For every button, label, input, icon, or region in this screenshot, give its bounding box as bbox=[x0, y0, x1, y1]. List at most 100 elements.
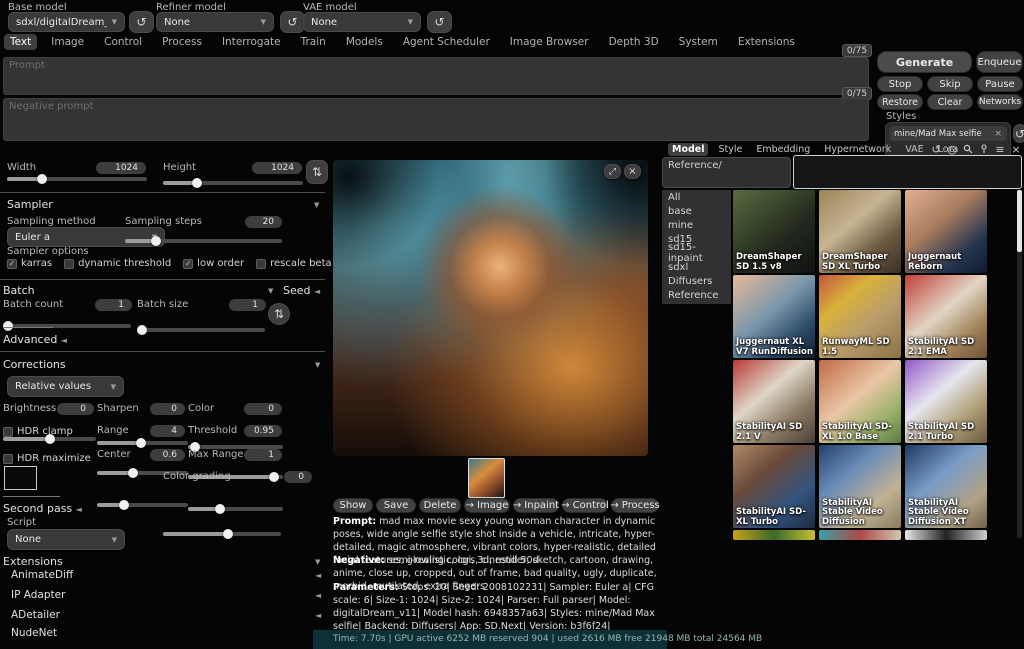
tab-system[interactable]: System bbox=[673, 34, 724, 50]
height-slider[interactable] bbox=[163, 181, 303, 185]
color-grading-slider[interactable] bbox=[163, 532, 281, 536]
model-card[interactable]: StabilityAI SD 2.1 EMA bbox=[905, 275, 987, 358]
center-slider[interactable] bbox=[97, 503, 188, 507]
brightness-slider[interactable] bbox=[3, 437, 96, 441]
checkbox-karras[interactable]: ✓karras bbox=[7, 258, 52, 269]
tab-process[interactable]: Process bbox=[156, 34, 208, 50]
sampling-method-select[interactable]: Euler a ▼ bbox=[7, 227, 165, 247]
tab-control[interactable]: Control bbox=[98, 34, 148, 50]
checkbox-dynamic-threshold[interactable]: ✓dynamic threshold bbox=[64, 258, 171, 269]
folder-reference[interactable]: Reference bbox=[662, 288, 731, 302]
width-slider[interactable] bbox=[7, 177, 147, 181]
sampler-section-title[interactable]: Sampler bbox=[7, 198, 53, 211]
model-card[interactable]: StabilityAI SD 2.1 V bbox=[733, 360, 815, 443]
swap-dimensions-button[interactable]: ⇅ bbox=[306, 160, 328, 184]
send-to-process-button[interactable]: →Process bbox=[611, 498, 659, 513]
model-card[interactable]: StabilityAI Stable Video Diffusion bbox=[819, 445, 901, 528]
networks-tab-model[interactable]: Model bbox=[668, 143, 708, 156]
tab-agent-scheduler[interactable]: Agent Scheduler bbox=[397, 34, 496, 50]
base-model-refresh-button[interactable]: ↺ bbox=[129, 11, 154, 33]
refiner-model-refresh-button[interactable]: ↺ bbox=[280, 11, 305, 33]
model-card[interactable]: DreamShaper SD XL Turbo bbox=[819, 190, 901, 273]
extension-animatediff[interactable]: AnimateDiff bbox=[11, 569, 73, 581]
checkbox-low-order[interactable]: ✓low order bbox=[183, 258, 244, 269]
model-card[interactable]: RunwayML SD 1.5 bbox=[819, 275, 901, 358]
script-select[interactable]: None ▼ bbox=[7, 529, 125, 550]
pin-icon[interactable] bbox=[978, 143, 990, 155]
stop-button[interactable]: Stop bbox=[877, 76, 923, 92]
show-button[interactable]: Show bbox=[333, 498, 373, 513]
gallery-thumbnail[interactable] bbox=[468, 458, 505, 498]
prompt-input[interactable] bbox=[3, 57, 869, 95]
folder-diffusers[interactable]: Diffusers bbox=[662, 274, 731, 288]
tab-interrogate[interactable]: Interrogate bbox=[216, 34, 287, 50]
menu-icon[interactable]: ≡ bbox=[994, 143, 1006, 155]
enqueue-button[interactable]: Enqueue bbox=[976, 51, 1023, 73]
corrections-mode-select[interactable]: Relative values ▼ bbox=[7, 376, 124, 397]
delete-button[interactable]: Delete bbox=[419, 498, 461, 513]
pause-button[interactable]: Pause bbox=[977, 76, 1023, 92]
remove-style-icon[interactable]: × bbox=[994, 129, 1002, 139]
clear-button[interactable]: Clear bbox=[927, 94, 973, 110]
model-card[interactable]: StabilityAI Stable Video Diffusion XT bbox=[905, 445, 987, 528]
model-card[interactable] bbox=[905, 530, 987, 540]
save-button[interactable]: Save bbox=[376, 498, 416, 513]
generate-button[interactable]: Generate bbox=[877, 51, 972, 73]
checkbox-hdr-clamp[interactable]: ✓HDR clamp bbox=[3, 426, 73, 437]
batch-size-slider[interactable] bbox=[137, 328, 265, 332]
tab-train[interactable]: Train bbox=[295, 34, 332, 50]
networks-tab-style[interactable]: Style bbox=[714, 143, 746, 156]
refresh-icon[interactable]: ↺ bbox=[930, 143, 942, 155]
model-card[interactable]: StabilityAI SD-XL Turbo bbox=[733, 445, 815, 528]
tab-depth-3d[interactable]: Depth 3D bbox=[603, 34, 665, 50]
checkbox-hdr-maximize[interactable]: ✓HDR maximize bbox=[3, 453, 91, 464]
apply-style-icon[interactable]: ◎ bbox=[946, 143, 958, 155]
extension-adetailer[interactable]: ADetailer bbox=[11, 609, 60, 621]
restore-button[interactable]: Restore bbox=[877, 94, 923, 110]
send-to-control-button[interactable]: →Control bbox=[562, 498, 608, 513]
generated-image[interactable] bbox=[333, 160, 648, 456]
folder-all[interactable]: All bbox=[662, 190, 731, 204]
seed-section-title[interactable]: Seed ◄ bbox=[283, 284, 320, 297]
folder-base[interactable]: base bbox=[662, 204, 731, 218]
corrections-section-title[interactable]: Corrections bbox=[3, 358, 66, 371]
tab-extensions[interactable]: Extensions bbox=[732, 34, 801, 50]
model-card[interactable]: Juggernaut XL V7 RunDiffusion bbox=[733, 275, 815, 358]
sharpen-slider[interactable] bbox=[97, 441, 188, 445]
tab-image-browser[interactable]: Image Browser bbox=[504, 34, 595, 50]
collapse-icon[interactable]: ◄ bbox=[315, 591, 321, 600]
negative-prompt-input[interactable] bbox=[3, 98, 869, 141]
model-card[interactable]: StabilityAI SD-XL 1.0 Base bbox=[819, 360, 901, 443]
reference-path-box[interactable]: Reference/ bbox=[662, 157, 791, 188]
extension-ip-adapter[interactable]: IP Adapter bbox=[11, 589, 65, 601]
model-card[interactable]: Juggernaut Reborn bbox=[905, 190, 987, 273]
checkbox-rescale-beta[interactable]: ✓rescale beta bbox=[256, 258, 332, 269]
refiner-model-select[interactable]: None ▼ bbox=[156, 12, 274, 32]
networks-scrollbar-thumb[interactable] bbox=[1017, 190, 1022, 252]
batch-section-title[interactable]: Batch bbox=[3, 284, 35, 297]
style-token[interactable]: mine/Mad Max selfie × bbox=[889, 126, 1007, 141]
model-card[interactable] bbox=[733, 530, 815, 540]
skip-button[interactable]: Skip bbox=[927, 76, 973, 92]
color-swatch[interactable] bbox=[4, 466, 37, 490]
advanced-section-title[interactable]: Advanced ◄ bbox=[3, 333, 67, 346]
base-model-select[interactable]: sdxl/digitalDream_v11 [6948 ▼ bbox=[8, 12, 125, 32]
extension-nudenet[interactable]: NudeNet bbox=[11, 627, 57, 639]
networks-search-input[interactable] bbox=[793, 155, 1022, 189]
extensions-section-title[interactable]: Extensions bbox=[3, 555, 63, 568]
search-icon[interactable] bbox=[962, 143, 974, 155]
close-image-button[interactable]: × bbox=[624, 164, 641, 179]
max-range-slider[interactable] bbox=[188, 507, 283, 511]
tab-image[interactable]: Image bbox=[45, 34, 90, 50]
vae-model-select[interactable]: None ▼ bbox=[303, 12, 421, 32]
networks-button[interactable]: Networks bbox=[977, 94, 1023, 110]
model-card[interactable]: StabilityAI SD 2.1 Turbo bbox=[905, 360, 987, 443]
tab-text[interactable]: Text bbox=[4, 34, 37, 50]
collapse-icon[interactable]: ◄ bbox=[315, 571, 321, 580]
fullscreen-button[interactable]: ⤢ bbox=[604, 164, 621, 179]
model-card[interactable] bbox=[819, 530, 901, 540]
folder-mine[interactable]: mine bbox=[662, 218, 731, 232]
swap-batch-button[interactable]: ⇅ bbox=[268, 303, 290, 325]
send-to-image-button[interactable]: →Image bbox=[464, 498, 510, 513]
sampling-steps-slider[interactable] bbox=[125, 239, 282, 243]
